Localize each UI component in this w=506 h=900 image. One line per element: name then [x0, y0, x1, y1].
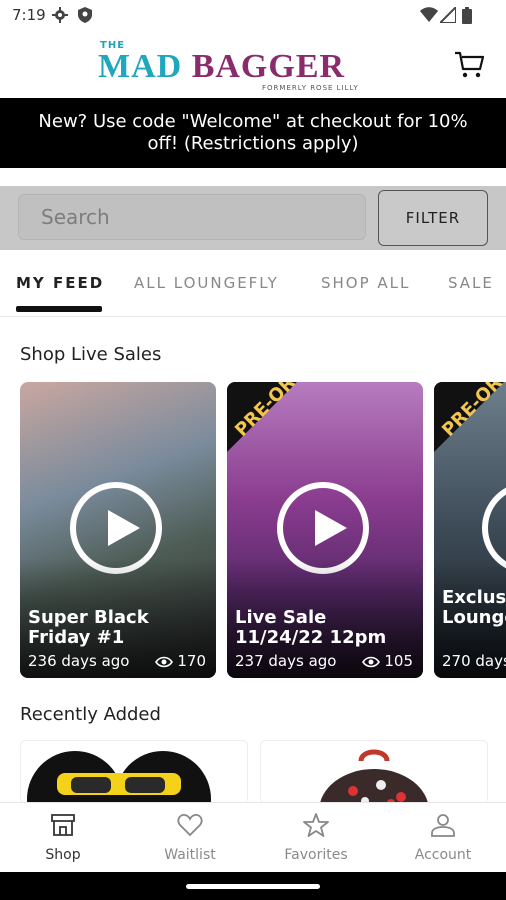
live-sales-carousel[interactable]: Super Black Friday #1 236 days ago 170 P… [0, 382, 506, 678]
search-bar: FILTER [0, 186, 506, 250]
nav-label: Favorites [284, 847, 348, 863]
store-icon [51, 814, 75, 836]
live-sales-heading: Shop Live Sales [20, 344, 162, 365]
nav-waitlist[interactable]: Waitlist [127, 803, 253, 873]
nav-label: Waitlist [164, 847, 216, 863]
app-header: THE MAD BAGGER FORMERLY ROSE LILLY [0, 32, 506, 98]
nav-shop[interactable]: Shop [0, 803, 126, 873]
nav-label: Shop [45, 847, 81, 863]
person-icon [431, 814, 455, 837]
signal-icon [440, 7, 456, 23]
home-gesture-bar[interactable] [186, 884, 320, 889]
star-icon [303, 813, 329, 837]
card-title: Live Sale 11/24/22 12pm [235, 607, 387, 648]
eye-icon [155, 656, 174, 667]
recently-added-list[interactable] [0, 740, 506, 802]
tab-my-feed[interactable]: MY FEED [16, 274, 104, 292]
settings-icon [52, 7, 68, 23]
card-views: 105 [362, 652, 413, 670]
brand-logo[interactable]: THE MAD BAGGER FORMERLY ROSE LILLY [98, 40, 418, 96]
status-bar: 7:19 [0, 0, 506, 32]
backpack-image [320, 749, 428, 802]
promo-text: New? Use code "Welcome" at checkout for … [38, 111, 468, 154]
logo-mad: MAD [98, 48, 192, 85]
card-title: Super Black Friday #1 [28, 607, 149, 648]
product-card[interactable] [260, 740, 488, 802]
nav-label: Account [414, 847, 472, 863]
heart-icon [177, 814, 203, 837]
active-tab-indicator [16, 306, 102, 312]
tab-all-loungefly[interactable]: ALL LOUNGEFLY [134, 274, 279, 292]
nav-account[interactable]: Account [380, 803, 506, 873]
live-sale-card[interactable]: PRE-ORDER Live Sale 11/24/22 12pm 237 da… [227, 382, 423, 678]
product-card[interactable] [20, 740, 248, 802]
live-sale-card[interactable]: PRE-ORDER Exclusive Loungefly Reveal 270… [434, 382, 506, 678]
card-title: Exclusive Loungefly Reveal [442, 587, 506, 628]
wifi-icon [420, 7, 438, 22]
system-nav-bar [0, 872, 506, 900]
bottom-nav: Shop Waitlist Favorites Account [0, 802, 506, 873]
status-time: 7:19 [12, 6, 46, 24]
logo-wordmark: MAD BAGGER [98, 48, 345, 86]
card-views: 170 [155, 652, 206, 670]
card-age: 236 days ago [28, 652, 130, 670]
logo-subtitle: FORMERLY ROSE LILLY [262, 84, 359, 92]
recently-added-heading: Recently Added [20, 704, 161, 725]
card-age: 270 days ago [442, 652, 506, 670]
logo-bagger: BAGGER [191, 48, 346, 85]
cart-icon[interactable] [454, 50, 484, 80]
promo-banner: New? Use code "Welcome" at checkout for … [0, 98, 506, 168]
card-age: 237 days ago [235, 652, 337, 670]
search-input[interactable] [18, 194, 366, 240]
eye-icon [362, 656, 381, 667]
feed-tabs: MY FEED ALL LOUNGEFLY SHOP ALL SALE [0, 262, 506, 317]
filter-button[interactable]: FILTER [378, 190, 488, 246]
card-view-count: 170 [177, 652, 206, 670]
tab-sale[interactable]: SALE [448, 274, 494, 292]
live-sale-card[interactable]: Super Black Friday #1 236 days ago 170 [20, 382, 216, 678]
nav-favorites[interactable]: Favorites [253, 803, 379, 873]
shield-icon [78, 7, 92, 23]
mickey-ears-image [27, 751, 211, 802]
battery-icon [462, 7, 472, 24]
tab-shop-all[interactable]: SHOP ALL [321, 274, 410, 292]
card-view-count: 105 [384, 652, 413, 670]
